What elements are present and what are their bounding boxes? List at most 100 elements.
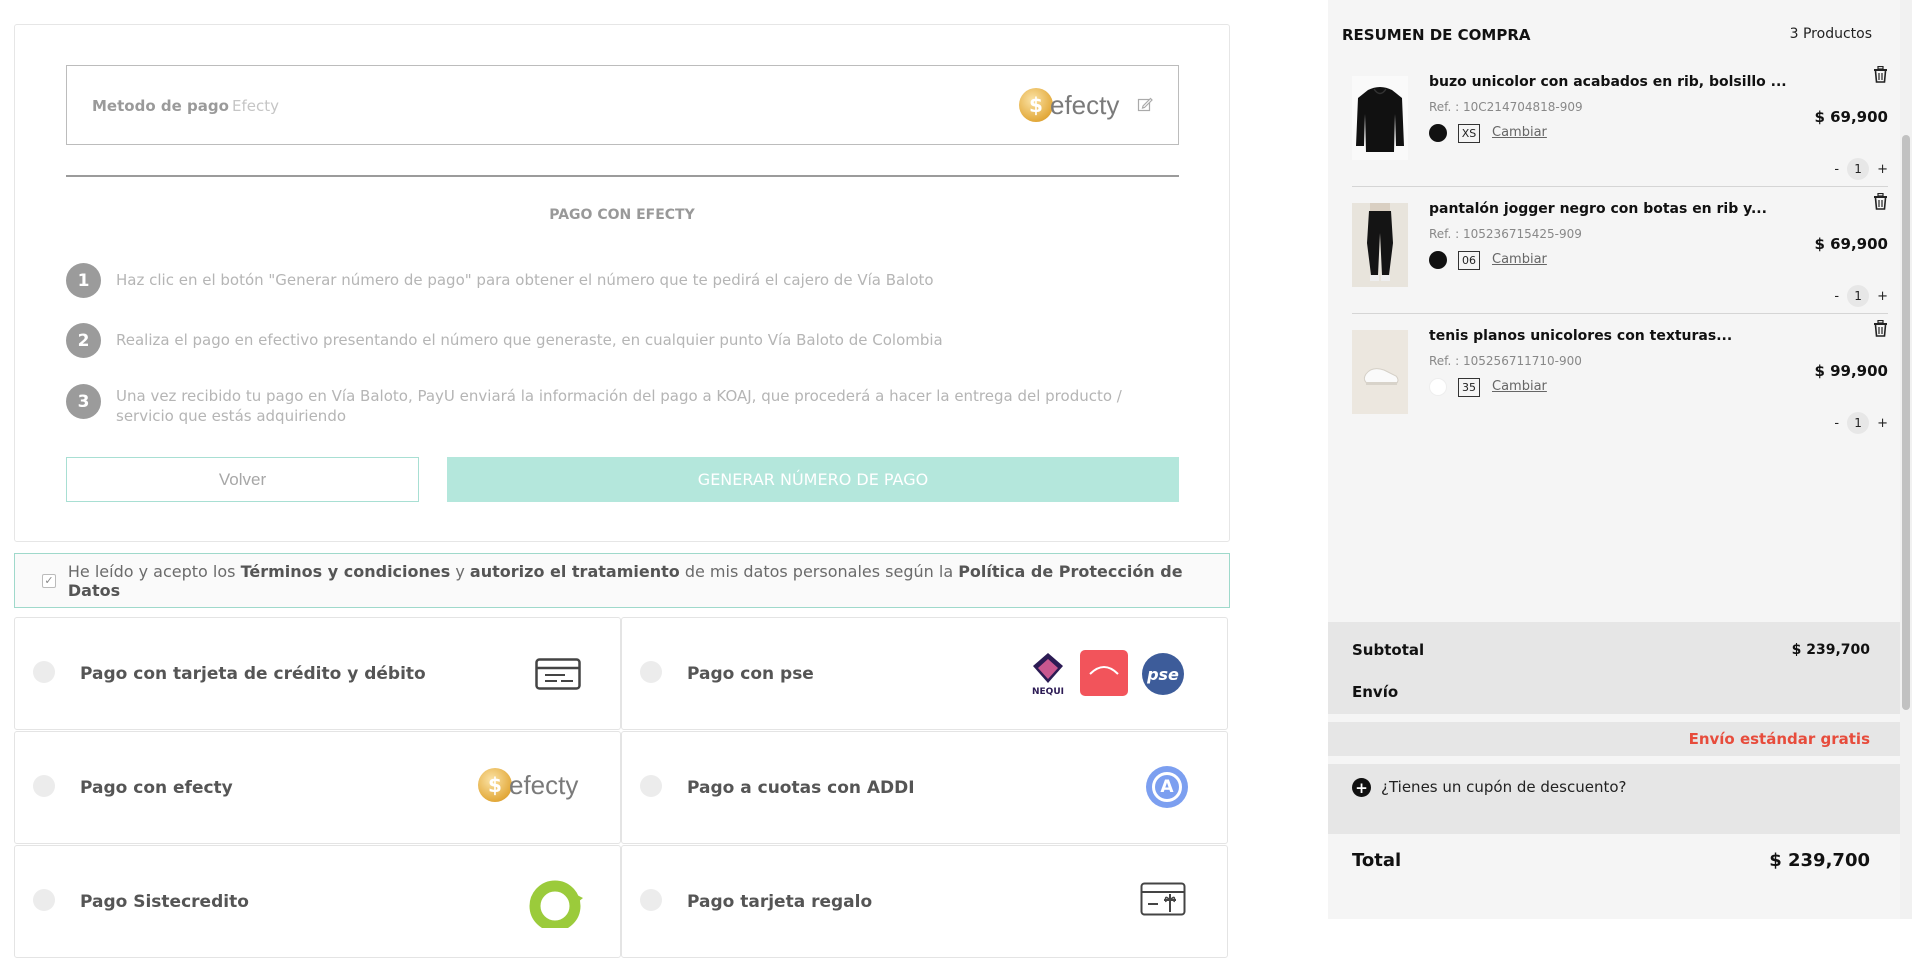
step-number: 2 [66,323,101,358]
product-thumbnail[interactable] [1352,76,1408,160]
shipping-label: Envío [1352,683,1399,701]
payment-option-label: Pago tarjeta regalo [687,892,873,912]
bancolombia-logo [1080,650,1128,696]
scrollbar-thumb[interactable] [1902,135,1910,710]
payment-option-card[interactable]: Pago tarjeta regalo [621,845,1228,958]
payment-option-radio[interactable] [640,661,662,683]
change-link[interactable]: Cambiar [1492,379,1547,394]
coupon-panel[interactable]: + ¿Tienes un cupón de descuento? [1328,764,1900,834]
decrease-quantity-button[interactable]: - [1834,289,1839,304]
efecty-coin-icon: $ [478,768,512,802]
plus-circle-icon[interactable]: + [1352,778,1371,797]
shipping-panel: Envío estándar gratis [1328,722,1900,756]
payment-option-label: Pago con efecty [80,778,233,798]
product-price: $ 69,900 [1814,108,1888,126]
change-link[interactable]: Cambiar [1492,125,1547,140]
addi-logo-letter: A [1152,772,1182,802]
quantity-value: 1 [1847,158,1870,180]
quantity-stepper: - 1 + [1834,158,1888,180]
step-3: 3 Una vez recibido tu pago en Vía Baloto… [66,384,1146,426]
total-label: Total [1352,850,1402,871]
subtotal-value: $ 239,700 [1791,642,1870,658]
product-ref: Ref. : 105256711710-900 [1429,354,1582,368]
coupon-toggle-text[interactable]: ¿Tienes un cupón de descuento? [1381,778,1626,796]
step-number: 1 [66,263,101,298]
efecty-logo: $ efecty [1019,88,1119,122]
increase-quantity-button[interactable]: + [1877,416,1888,431]
step-text: Haz clic en el botón "Generar número de … [116,271,934,289]
payment-method-box: Metodo de pago Efecty $ efecty [66,65,1179,145]
step-1: 1 Haz clic en el botón "Generar número d… [66,263,1146,298]
product-name[interactable]: tenis planos unicolores con texturas... [1429,328,1732,344]
quantity-stepper: - 1 + [1834,285,1888,307]
efecty-coin-icon: $ [1019,88,1053,122]
payment-option-card[interactable]: Pago con tarjeta de crédito y débito [14,617,621,730]
terms-link[interactable]: Términos y condiciones [241,562,451,581]
payment-option-card[interactable]: Pago con efecty $ efecty [14,731,621,844]
generate-payment-number-button[interactable]: GENERAR NÚMERO DE PAGO [447,457,1179,502]
payment-option-radio[interactable] [640,889,662,911]
summary-title: RESUMEN DE COMPRA [1342,26,1531,44]
size-badge: 35 [1458,378,1480,397]
color-swatch [1429,251,1447,269]
payment-method-label: Metodo de pago [92,97,229,115]
checkout-main: Metodo de pago Efecty $ efecty PAGO CON … [0,0,1328,958]
trash-icon[interactable] [1873,65,1888,87]
efecty-logo: $ efecty [478,768,578,802]
product-price: $ 69,900 [1814,235,1888,253]
quantity-stepper: - 1 + [1834,412,1888,434]
terms-text-part: de mis datos personales según la [679,561,959,581]
product-name[interactable]: pantalón jogger negro con botas en rib y… [1429,201,1767,217]
item-divider [1352,313,1888,314]
efecty-logo-text: efecty [1050,89,1120,120]
edit-icon[interactable] [1137,96,1153,112]
product-thumbnail[interactable] [1352,203,1408,287]
product-name[interactable]: buzo unicolor con acabados en rib, bolsi… [1429,74,1787,90]
back-button[interactable]: Volver [66,457,419,502]
payment-option-card[interactable]: Pago a cuotas con ADDI A [621,731,1228,844]
payment-option-radio[interactable] [640,775,662,797]
color-swatch [1429,124,1447,142]
pse-logo: pse [1142,653,1184,695]
change-link[interactable]: Cambiar [1492,252,1547,267]
item-divider [1352,186,1888,187]
totals-panel: Subtotal $ 239,700 Envío [1328,622,1900,714]
data-treatment-link[interactable]: autorizo el tratamiento [470,562,680,581]
trash-icon[interactable] [1873,319,1888,341]
terms-checkbox[interactable]: ✓ [42,573,56,588]
free-shipping-text: Envío estándar gratis [1688,730,1870,748]
terms-acceptance: ✓ He leído y acepto los Términos y condi… [14,553,1230,608]
section-title: PAGO CON EFECTY [549,207,695,223]
payment-option-radio[interactable] [33,661,55,683]
payment-method-value: Efecty [232,97,279,115]
decrease-quantity-button[interactable]: - [1834,162,1839,177]
addi-icon: A [1146,766,1188,808]
payment-option-label: Pago con pse [687,664,814,684]
payment-option-radio[interactable] [33,775,55,797]
payment-option-card[interactable]: Pago Sistecredito [14,845,621,958]
terms-text-part: y [450,561,470,581]
quantity-value: 1 [1847,412,1870,434]
trash-icon[interactable] [1873,192,1888,214]
order-summary-sidebar: RESUMEN DE COMPRA 3 Productos buzo unico… [1328,0,1900,919]
size-badge: 06 [1458,251,1480,270]
scrollbar[interactable] [1900,0,1912,919]
increase-quantity-button[interactable]: + [1877,162,1888,177]
product-thumbnail[interactable] [1352,330,1408,414]
product-price: $ 99,900 [1814,362,1888,380]
payment-option-radio[interactable] [33,889,55,911]
terms-text-part: He leído y acepto los [67,561,241,581]
step-text: Realiza el pago en efectivo presentando … [116,331,943,349]
decrease-quantity-button[interactable]: - [1834,416,1839,431]
increase-quantity-button[interactable]: + [1877,289,1888,304]
cart-item: pantalón jogger negro con botas en rib y… [1352,192,1888,325]
terms-text: He leído y acepto los Términos y condici… [68,562,1229,600]
cart-item: buzo unicolor con acabados en rib, bolsi… [1352,65,1888,198]
payment-option-label: Pago con tarjeta de crédito y débito [80,664,426,684]
step-text: Una vez recibido tu pago en Vía Baloto, … [116,387,1122,425]
payment-option-card[interactable]: Pago con pse NEQUI pse [621,617,1228,730]
step-2: 2 Realiza el pago en efectivo presentand… [66,323,1146,358]
product-ref: Ref. : 10C214704818-909 [1429,100,1583,114]
product-ref: Ref. : 105236715425-909 [1429,227,1582,241]
size-badge: XS [1458,124,1480,143]
